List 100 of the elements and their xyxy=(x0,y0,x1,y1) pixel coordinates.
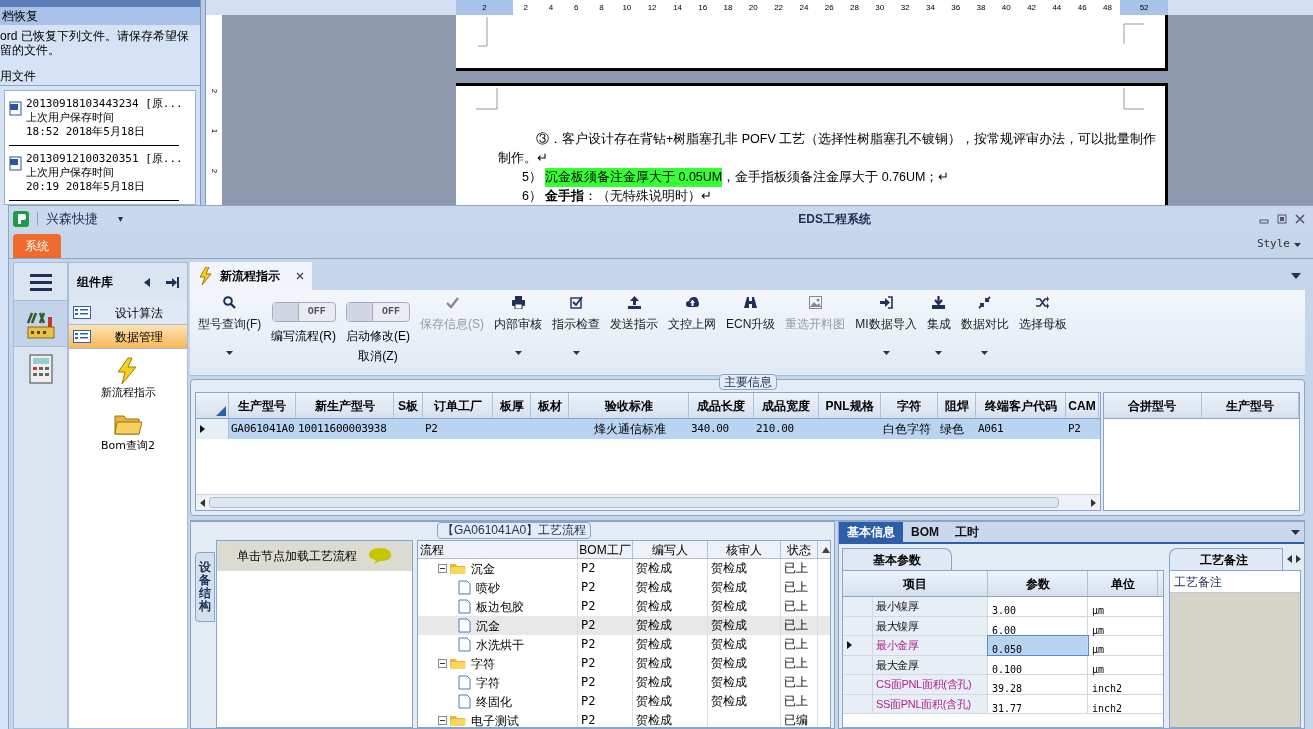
toolbar-button[interactable]: 内部审核 xyxy=(494,296,542,355)
dropdown-icon[interactable] xyxy=(1291,273,1301,279)
tree-row[interactable]: 字符 P2 贺检成 贺检成 已上 xyxy=(418,654,830,673)
sidebar-item[interactable]: 新流程指示 xyxy=(69,357,187,402)
toolbar-button[interactable]: 型号查询(F) xyxy=(198,296,262,355)
table-cell: 已上 xyxy=(784,656,808,670)
table-cell: 贺检成 xyxy=(711,694,747,708)
horizontal-scrollbar[interactable] xyxy=(196,494,1100,510)
detail-tab[interactable]: 基本信息 xyxy=(839,522,903,542)
column-header[interactable]: 阻焊 xyxy=(938,393,976,418)
column-header[interactable]: 新生产型号 xyxy=(296,393,394,418)
sub-tab[interactable]: 基本参数 xyxy=(842,548,952,570)
dropdown-icon[interactable] xyxy=(1291,529,1300,535)
column-header[interactable]: 终端客户代码 xyxy=(976,393,1066,418)
tree-label: 喷砂 xyxy=(476,579,500,597)
toolbar-button[interactable]: 文控上网 xyxy=(668,296,716,333)
collapse-icon[interactable] xyxy=(438,659,447,668)
ruler-number: 22 xyxy=(774,3,784,12)
sidebar-group[interactable]: 设计算法 xyxy=(69,301,187,325)
column-header[interactable]: 验收标准 xyxy=(569,393,689,418)
column-header[interactable]: 订单工厂 xyxy=(423,393,493,418)
list-icon xyxy=(73,306,91,319)
recovered-file[interactable]: 20130918103443234 [原... 上次用户保存时间 18:52 2018年5月18日 xyxy=(9,91,179,146)
quick-access-title: 兴森快捷 xyxy=(46,209,98,228)
column-header[interactable]: 流程 xyxy=(418,541,578,558)
style-menu[interactable]: Style xyxy=(1256,236,1301,253)
pin-icon[interactable] xyxy=(166,276,179,288)
column-header[interactable]: 单位 xyxy=(1088,571,1158,596)
column-header[interactable]: PNL规格 xyxy=(819,393,881,418)
tree-label: 沉金 xyxy=(471,560,495,578)
column-header[interactable]: 核审人 xyxy=(708,541,781,558)
column-header[interactable]: 成品长度 xyxy=(689,393,754,418)
tree-row[interactable]: 电子测试 P2 贺检成 已编 xyxy=(418,711,830,727)
tree-row[interactable]: 水洗烘干 P2 贺检成 贺检成 已上 xyxy=(418,635,830,654)
side-tab[interactable]: 设备结构 xyxy=(195,552,215,622)
column-header[interactable]: 编写人 xyxy=(633,541,708,558)
table-cell: P2 xyxy=(581,580,596,594)
sidebar-item[interactable]: Bom查询2 xyxy=(69,409,187,454)
table-row[interactable]: GA061041A0 10011600003938 P2 烽火通信标准 340.00 210.00 白色字符 绿色 A061 P2 xyxy=(196,419,1100,439)
collapse-left-icon[interactable] xyxy=(144,277,150,287)
column-header[interactable]: 板厚 xyxy=(493,393,531,418)
tab-left-icon[interactable] xyxy=(1287,555,1292,563)
ruler-number: 44 xyxy=(1052,3,1062,12)
document-tab[interactable]: 新流程指示 xyxy=(190,262,312,290)
collapse-icon[interactable] xyxy=(438,564,447,573)
toolbar-button[interactable]: 集成 xyxy=(926,296,951,355)
pane-title: 档恢复 xyxy=(0,7,200,25)
table-cell[interactable]: 3.00 xyxy=(988,597,1088,616)
tree-row[interactable]: 终固化 P2 贺检成 贺检成 已上 xyxy=(418,692,830,711)
column-header[interactable]: 合拼型号 xyxy=(1104,393,1202,418)
document-icon xyxy=(458,637,471,652)
column-header[interactable]: BOM工厂 xyxy=(578,541,633,558)
tree-row[interactable]: 沉金 P2 贺检成 贺检成 已上 xyxy=(418,616,830,635)
column-header[interactable]: 生产型号 xyxy=(229,393,296,418)
table-cell[interactable]: 39.28 xyxy=(988,675,1088,694)
column-header[interactable]: 生产型号 xyxy=(1201,393,1299,418)
table-cell-text: SS面PNL面积(含孔) xyxy=(875,696,971,712)
table-cell: 贺检成 xyxy=(636,656,672,670)
toolbar-button[interactable]: 选择母板 xyxy=(1018,296,1067,333)
table-cell[interactable]: 0.100 xyxy=(988,655,1088,674)
toolbar-button[interactable]: 指示检查 xyxy=(552,296,600,355)
table-cell: 绿色 xyxy=(940,422,964,436)
toolbar-button[interactable]: 数据对比 xyxy=(960,296,1009,355)
tree-row[interactable]: 喷砂 P2 贺检成 贺检成 已上 xyxy=(418,578,830,597)
column-header[interactable]: 字符 xyxy=(881,393,938,418)
toggle-switch[interactable]: OFF xyxy=(346,302,410,322)
table-cell[interactable]: 31.77 xyxy=(988,694,1088,713)
toolbar-button[interactable]: 发送指示 xyxy=(610,296,658,333)
column-header[interactable]: 参数 xyxy=(988,571,1088,596)
close-icon[interactable] xyxy=(296,272,304,280)
column-header[interactable]: 板材 xyxy=(531,393,569,418)
tree-row[interactable]: 沉金 P2 贺检成 贺检成 已上 xyxy=(418,559,830,578)
column-header[interactable]: CAM xyxy=(1066,393,1099,418)
sidebar-group[interactable]: 数据管理 xyxy=(69,325,187,349)
detail-tab[interactable]: BOM xyxy=(903,522,947,542)
column-header[interactable]: 状态 xyxy=(781,541,818,558)
toggle-switch[interactable]: OFF xyxy=(271,302,336,322)
toggle-label: 启动修改(E) xyxy=(346,328,410,345)
notes-tab[interactable]: 工艺备注 xyxy=(1169,548,1283,570)
column-header[interactable]: S板 xyxy=(394,393,423,418)
table-cell[interactable]: 0.050 xyxy=(988,636,1088,655)
collapse-icon[interactable] xyxy=(438,716,447,725)
table-cell: P2 xyxy=(425,422,438,435)
column-header[interactable]: 成品宽度 xyxy=(754,393,819,418)
detail-tab[interactable]: 工时 xyxy=(947,522,987,542)
tab-right-icon[interactable] xyxy=(1296,555,1301,563)
calculator-icon[interactable] xyxy=(28,354,53,384)
recovered-file[interactable]: 20130912100320351 [原... 上次用户保存时间 20:19 2018年5月18日 xyxy=(9,146,179,201)
toolbar-button[interactable]: ECN升级 xyxy=(726,296,776,333)
toolbar-button[interactable]: MI数据导入 xyxy=(855,296,917,355)
tree-row[interactable]: 字符 P2 贺检成 贺检成 已上 xyxy=(418,673,830,692)
ruler-number: 18 xyxy=(723,3,733,12)
cancel-button[interactable]: 取消(Z) xyxy=(358,347,398,365)
column-header[interactable]: 项目 xyxy=(843,571,988,596)
quick-access-menu[interactable]: ▾ xyxy=(118,211,123,226)
tree-label: 沉金 xyxy=(476,617,500,635)
panel-title: 组件库 xyxy=(77,274,114,291)
caret-icon xyxy=(882,351,890,355)
select-all-icon[interactable] xyxy=(216,406,226,416)
menu-icon[interactable] xyxy=(29,272,52,291)
